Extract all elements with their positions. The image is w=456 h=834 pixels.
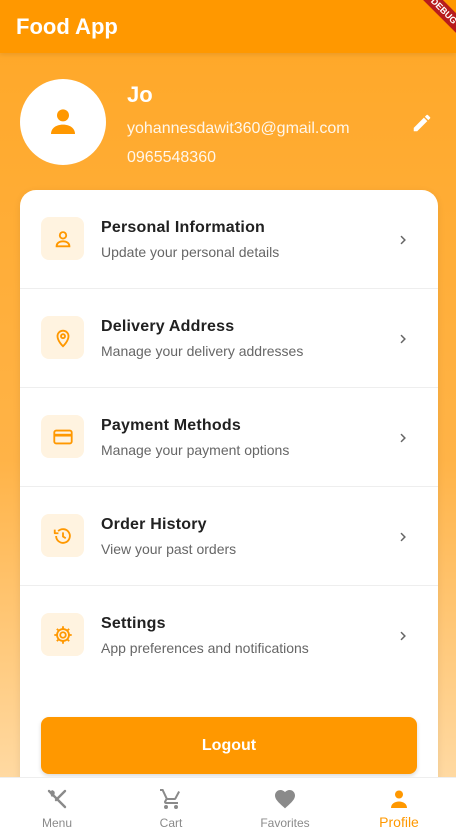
gear-icon [53, 625, 72, 644]
menu-item-personal-information[interactable]: Personal Information Update your persona… [20, 190, 438, 289]
heart-icon [275, 790, 295, 809]
profile-header: Jo yohannesdawit360@gmail.com 0965548360 [20, 79, 436, 167]
menu-item-title: Settings [101, 615, 166, 632]
menu-item-title: Payment Methods [101, 417, 241, 434]
person-icon [51, 109, 75, 134]
nav-label: Profile [379, 814, 419, 830]
chevron-right-icon [400, 235, 406, 245]
menu-icon-box [41, 415, 84, 458]
menu-item-settings[interactable]: Settings App preferences and notificatio… [20, 586, 438, 685]
logout-button[interactable]: Logout [41, 717, 417, 774]
app-bar: Food App DEBUG [0, 0, 456, 53]
user-phone: 0965548360 [127, 149, 216, 166]
edit-icon [413, 114, 431, 132]
menu-icon-box [41, 514, 84, 557]
menu-item-payment-methods[interactable]: Payment Methods Manage your payment opti… [20, 388, 438, 487]
profile-menu-card: Personal Information Update your persona… [20, 190, 438, 800]
menu-item-subtitle: Manage your delivery addresses [101, 343, 304, 359]
user-name: Jo [127, 82, 153, 107]
nav-item-favorites[interactable]: Favorites [228, 778, 342, 834]
nav-item-profile[interactable]: Profile [342, 778, 456, 834]
bottom-navigation: Menu Cart Favorites Profile [0, 777, 456, 834]
menu-item-title: Personal Information [101, 219, 266, 236]
edit-profile-button[interactable] [408, 109, 436, 137]
menu-item-order-history[interactable]: Order History View your past orders [20, 487, 438, 586]
menu-item-title: Delivery Address [101, 318, 235, 335]
menu-item-subtitle: Manage your payment options [101, 442, 290, 458]
nav-label: Favorites [260, 816, 310, 830]
chevron-right-icon [400, 631, 406, 641]
menu-item-subtitle: App preferences and notifications [101, 640, 309, 656]
menu-item-subtitle: Update your personal details [101, 244, 280, 260]
menu-item-subtitle: View your past orders [101, 541, 237, 557]
user-email: yohannesdawit360@gmail.com [127, 120, 350, 137]
app-title: Food App [16, 13, 118, 39]
person-icon [391, 790, 407, 808]
nav-item-cart[interactable]: Cart [114, 778, 228, 834]
location-pin-icon [56, 329, 69, 347]
avatar [20, 79, 106, 165]
chevron-right-icon [400, 532, 406, 542]
nav-label: Menu [41, 816, 73, 830]
cart-icon [160, 789, 180, 809]
menu-icon-box [41, 613, 84, 656]
menu-icon-box [41, 217, 84, 260]
chevron-right-icon [400, 433, 406, 443]
fork-knife-icon [47, 789, 67, 809]
menu-item-delivery-address[interactable]: Delivery Address Manage your delivery ad… [20, 289, 438, 388]
menu-item-title: Order History [101, 516, 207, 533]
credit-card-icon [52, 429, 73, 444]
history-icon [53, 527, 71, 544]
chevron-right-icon [400, 334, 406, 344]
person-outline-icon [55, 230, 70, 247]
nav-item-menu[interactable]: Menu [0, 778, 114, 834]
nav-label: Cart [159, 816, 183, 830]
debug-banner: DEBUG [410, 0, 456, 45]
menu-icon-box [41, 316, 84, 359]
